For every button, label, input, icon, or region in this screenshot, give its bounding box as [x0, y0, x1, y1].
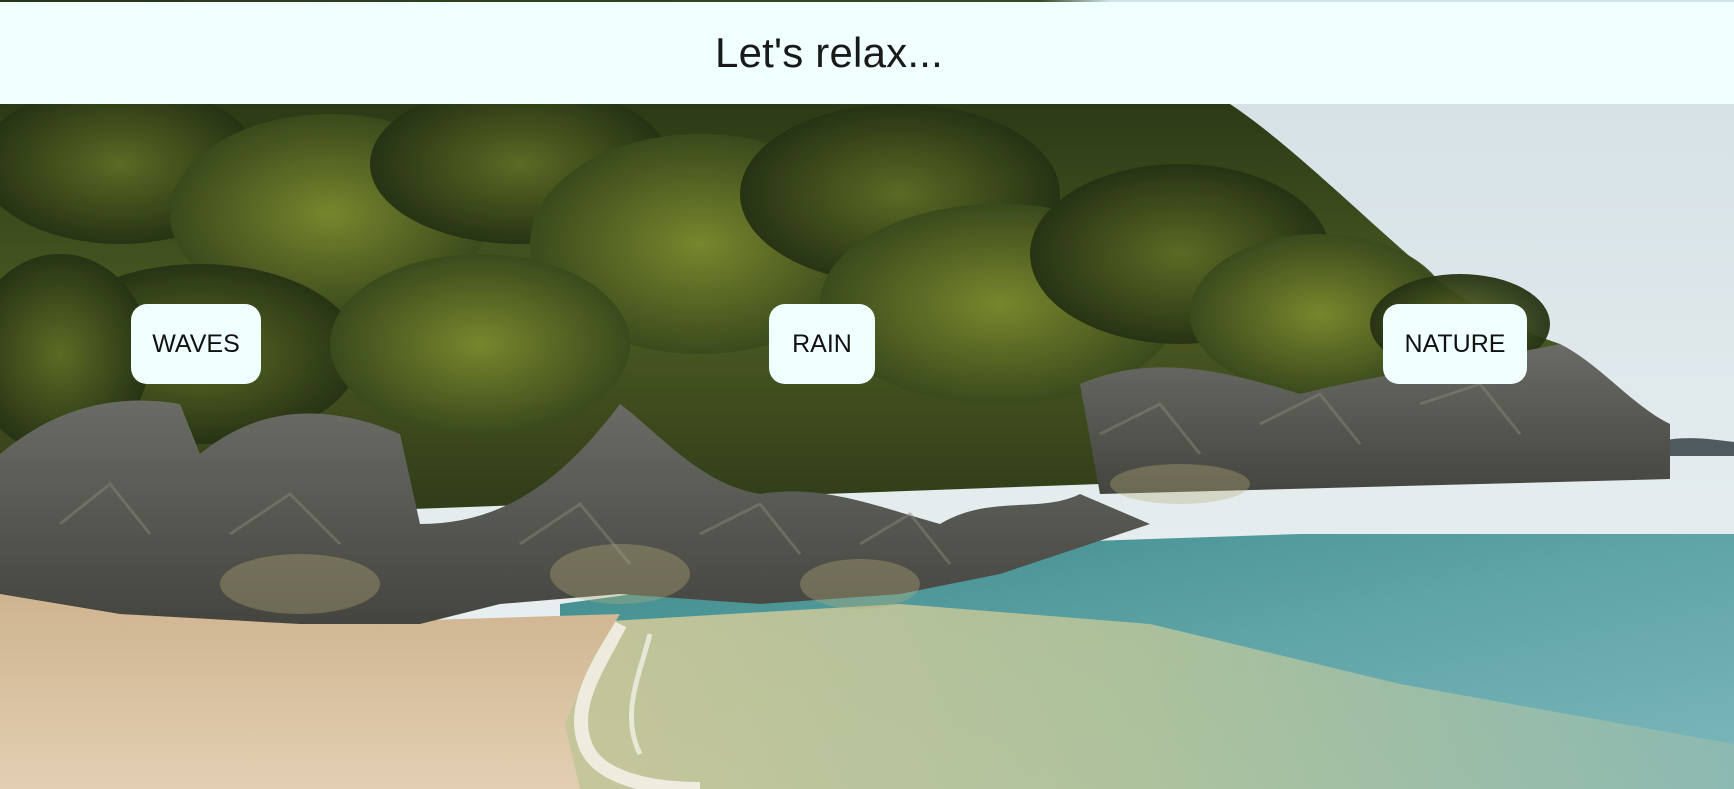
- nature-sound-button[interactable]: NATURE: [1383, 304, 1527, 384]
- beach-scene-illustration: [0, 104, 1734, 789]
- page-title: Let's relax...: [715, 29, 943, 76]
- rain-sound-button[interactable]: RAIN: [769, 304, 875, 384]
- waves-sound-button[interactable]: WAVES: [131, 304, 261, 384]
- relax-page: Let's relax... WAVES RAIN NATURE: [0, 0, 1734, 789]
- beach-background-image: [0, 104, 1734, 789]
- header-bar: Let's relax...: [0, 2, 1734, 104]
